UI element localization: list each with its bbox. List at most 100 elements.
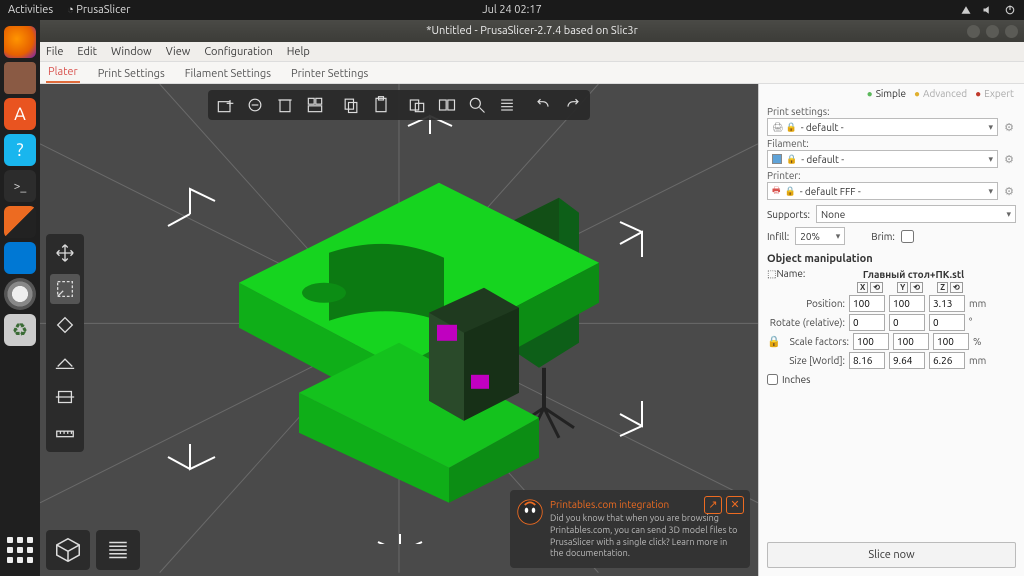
- ubuntu-dock: A ? >_ ♻: [0, 20, 40, 576]
- infill-select[interactable]: 20%: [795, 227, 845, 245]
- network-icon: [960, 4, 972, 16]
- dock-firefox[interactable]: [4, 26, 36, 58]
- supports-label: Supports:: [767, 209, 810, 220]
- supports-select[interactable]: None: [816, 205, 1016, 223]
- main-tabs: Plater Print Settings Filament Settings …: [40, 62, 1024, 84]
- plater-top-toolbar: [208, 90, 590, 120]
- object-name: Главный стол+ПК.stl: [811, 269, 1016, 280]
- rotate-x[interactable]: [849, 314, 885, 331]
- app-indicator[interactable]: ◔ PrusaSlicer: [67, 4, 130, 16]
- scale-tool[interactable]: [50, 274, 80, 304]
- paste-button[interactable]: [366, 92, 396, 118]
- cut-tool[interactable]: [50, 382, 80, 412]
- scale-z[interactable]: [933, 333, 969, 350]
- window-titlebar[interactable]: *Untitled - PrusaSlicer-2.7.4 based on S…: [40, 20, 1024, 42]
- dock-show-apps[interactable]: [4, 534, 36, 566]
- measure-tool[interactable]: [50, 418, 80, 448]
- position-z[interactable]: [929, 295, 965, 312]
- axis-header: X⟲ Y⟲ Z⟲: [759, 281, 1024, 294]
- variable-layer-button[interactable]: [492, 92, 522, 118]
- activities-button[interactable]: Activities: [8, 4, 53, 16]
- rotate-tool[interactable]: [50, 310, 80, 340]
- dock-terminal[interactable]: >_: [4, 170, 36, 202]
- brim-checkbox[interactable]: [901, 230, 914, 243]
- tab-filament-settings[interactable]: Filament Settings: [183, 64, 273, 83]
- dock-files[interactable]: [4, 62, 36, 94]
- copy-button[interactable]: [336, 92, 366, 118]
- tab-plater[interactable]: Plater: [46, 62, 80, 83]
- scale-y[interactable]: [893, 333, 929, 350]
- view-preview-button[interactable]: [96, 530, 140, 570]
- window-title: *Untitled - PrusaSlicer-2.7.4 based on S…: [426, 25, 638, 37]
- printer-gear-icon[interactable]: ⚙: [1002, 185, 1016, 198]
- model-desk[interactable]: [179, 143, 619, 503]
- menu-configuration[interactable]: Configuration: [204, 46, 272, 58]
- print-settings-gear-icon[interactable]: ⚙: [1002, 121, 1016, 134]
- undo-button[interactable]: [528, 92, 558, 118]
- position-x[interactable]: [849, 295, 885, 312]
- toast-body: Did you know that when you are browsing …: [550, 513, 742, 560]
- print-settings-select[interactable]: 🖨 🔒- default -: [767, 118, 998, 136]
- window-maximize[interactable]: [986, 25, 999, 38]
- dock-disc[interactable]: [4, 278, 36, 310]
- view-mode-buttons: [46, 530, 140, 570]
- dock-help[interactable]: ?: [4, 134, 36, 166]
- slice-now-button[interactable]: Slice now: [767, 542, 1016, 568]
- menu-file[interactable]: File: [46, 46, 63, 58]
- place-on-face-tool[interactable]: [50, 346, 80, 376]
- clock[interactable]: Jul 24 02:17: [482, 4, 542, 16]
- search-button[interactable]: [462, 92, 492, 118]
- inches-checkbox[interactable]: [767, 374, 778, 385]
- system-tray[interactable]: [960, 4, 1016, 16]
- position-y[interactable]: [889, 295, 925, 312]
- instance-add-button[interactable]: [402, 92, 432, 118]
- window-minimize[interactable]: [967, 25, 980, 38]
- filament-select[interactable]: 🔒- default -: [767, 150, 998, 168]
- move-tool[interactable]: [50, 238, 80, 268]
- plater-3d-view[interactable]: ↗ ✕ Printables.com integration Did you k…: [40, 84, 758, 576]
- gnome-top-bar: Activities ◔ PrusaSlicer Jul 24 02:17: [0, 0, 1024, 20]
- scale-x[interactable]: [853, 333, 889, 350]
- toast-close-icon[interactable]: ✕: [726, 496, 744, 514]
- toast-open-icon[interactable]: ↗: [704, 496, 722, 514]
- view-3d-button[interactable]: [46, 530, 90, 570]
- print-settings-label: Print settings:: [767, 106, 1016, 117]
- menu-help[interactable]: Help: [287, 46, 310, 58]
- filament-label: Filament:: [767, 138, 1016, 149]
- tab-print-settings[interactable]: Print Settings: [96, 64, 167, 83]
- mode-advanced[interactable]: Advanced: [914, 88, 967, 100]
- menu-window[interactable]: Window: [111, 46, 152, 58]
- rotate-z[interactable]: [929, 314, 965, 331]
- menu-view[interactable]: View: [166, 46, 191, 58]
- dock-software[interactable]: A: [4, 98, 36, 130]
- rotate-label: Rotate (relative):: [767, 317, 845, 328]
- scale-label: Scale factors:: [781, 336, 849, 347]
- size-x[interactable]: [849, 352, 885, 369]
- mode-expert[interactable]: Expert: [975, 88, 1014, 100]
- printer-select[interactable]: 🖶🔒- default FFF -: [767, 182, 998, 200]
- mode-simple[interactable]: Simple: [867, 88, 906, 100]
- prusaslicer-window: *Untitled - PrusaSlicer-2.7.4 based on S…: [40, 20, 1024, 576]
- arrange-button[interactable]: [300, 92, 330, 118]
- clip-icon: [516, 498, 544, 526]
- dock-trash[interactable]: ♻: [4, 314, 36, 346]
- menubar: File Edit Window View Configuration Help: [40, 42, 1024, 62]
- menu-edit[interactable]: Edit: [77, 46, 97, 58]
- tab-printer-settings[interactable]: Printer Settings: [289, 64, 370, 83]
- filament-gear-icon[interactable]: ⚙: [1002, 153, 1016, 166]
- mode-switcher: Simple Advanced Expert: [759, 84, 1024, 102]
- object-manipulation-title: Object manipulation: [759, 247, 1024, 267]
- window-close[interactable]: [1005, 25, 1018, 38]
- infill-label: Infill:: [767, 231, 789, 242]
- dock-vscode[interactable]: [4, 242, 36, 274]
- redo-button[interactable]: [558, 92, 588, 118]
- dock-prusaslicer[interactable]: [4, 206, 36, 238]
- rotate-y[interactable]: [889, 314, 925, 331]
- split-button[interactable]: [432, 92, 462, 118]
- delete-button[interactable]: [240, 92, 270, 118]
- size-z[interactable]: [929, 352, 965, 369]
- printables-toast: ↗ ✕ Printables.com integration Did you k…: [510, 490, 750, 568]
- delete-all-button[interactable]: [270, 92, 300, 118]
- add-button[interactable]: [210, 92, 240, 118]
- size-y[interactable]: [889, 352, 925, 369]
